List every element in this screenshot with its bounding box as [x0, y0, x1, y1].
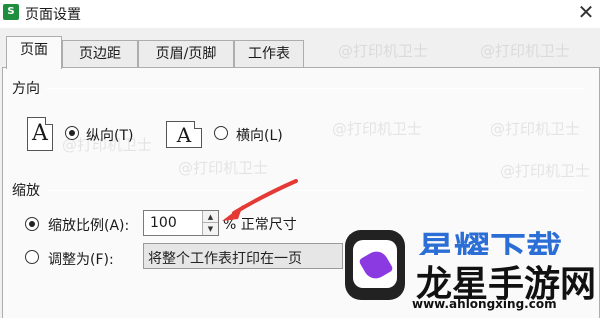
tab-page[interactable]: 页面 — [6, 36, 62, 69]
brand-logo-icon — [345, 230, 405, 300]
brand-top-text: 星耀下载 — [418, 231, 563, 255]
brand-url: www.ahlongxing.com — [412, 297, 557, 311]
